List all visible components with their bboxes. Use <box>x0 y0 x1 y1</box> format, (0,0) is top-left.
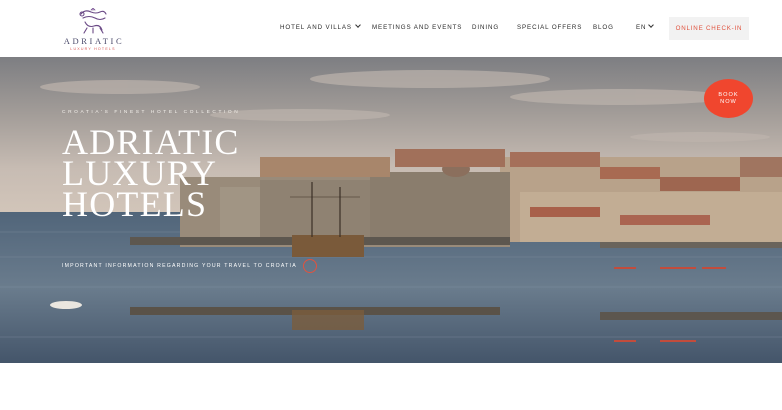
arrow-circle-icon[interactable] <box>303 259 317 273</box>
brand-name: ADRIATIC <box>63 36 125 46</box>
chevron-down-icon <box>355 22 361 28</box>
travel-info-link[interactable]: IMPORTANT INFORMATION REGARDING YOUR TRA… <box>62 263 297 269</box>
book-now-line: NOW <box>720 98 737 105</box>
content-area <box>0 363 782 410</box>
book-now-button[interactable]: BOOK NOW <box>704 79 753 118</box>
nav-item-label: SPECIAL OFFERS <box>517 24 583 31</box>
language-selector[interactable]: EN <box>636 22 655 31</box>
language-label: EN <box>636 24 647 31</box>
hero-tagline: CROATIA'S FINEST HOTEL COLLECTION <box>62 110 241 115</box>
nav-item-blog[interactable]: BLOG <box>593 24 614 31</box>
nav-item-hotel-and-villas[interactable]: HOTEL AND VILLAS <box>280 22 361 31</box>
nav-item-label: HOTEL AND VILLAS <box>280 24 352 31</box>
online-checkin-button[interactable]: ONLINE CHECK-IN <box>669 17 749 40</box>
site-header: ADRIATIC LUXURY HOTELS HOTEL AND VILLAS … <box>0 0 782 57</box>
brand-logo[interactable]: ADRIATIC LUXURY HOTELS <box>60 8 126 52</box>
nav-item-label: DINING <box>472 24 500 31</box>
nav-item-label: BLOG <box>593 24 614 31</box>
hero-banner: CROATIA'S FINEST HOTEL COLLECTION ADRIAT… <box>0 57 782 363</box>
lion-logo-icon <box>79 8 107 34</box>
headline-line: HOTELS <box>62 184 208 224</box>
chevron-down-icon <box>648 22 655 28</box>
nav-item-label: MEETINGS AND EVENTS <box>372 24 463 31</box>
hero-headline: ADRIATIC LUXURY HOTELS <box>62 124 240 224</box>
nav-item-special-offers[interactable]: SPECIAL OFFERS <box>517 24 582 31</box>
brand-subtitle: LUXURY HOTELS <box>70 47 116 51</box>
nav-item-dining[interactable]: DINING <box>472 24 499 31</box>
nav-item-meetings-and-events[interactable]: MEETINGS AND EVENTS <box>372 24 462 31</box>
book-now-line: BOOK <box>718 91 739 98</box>
